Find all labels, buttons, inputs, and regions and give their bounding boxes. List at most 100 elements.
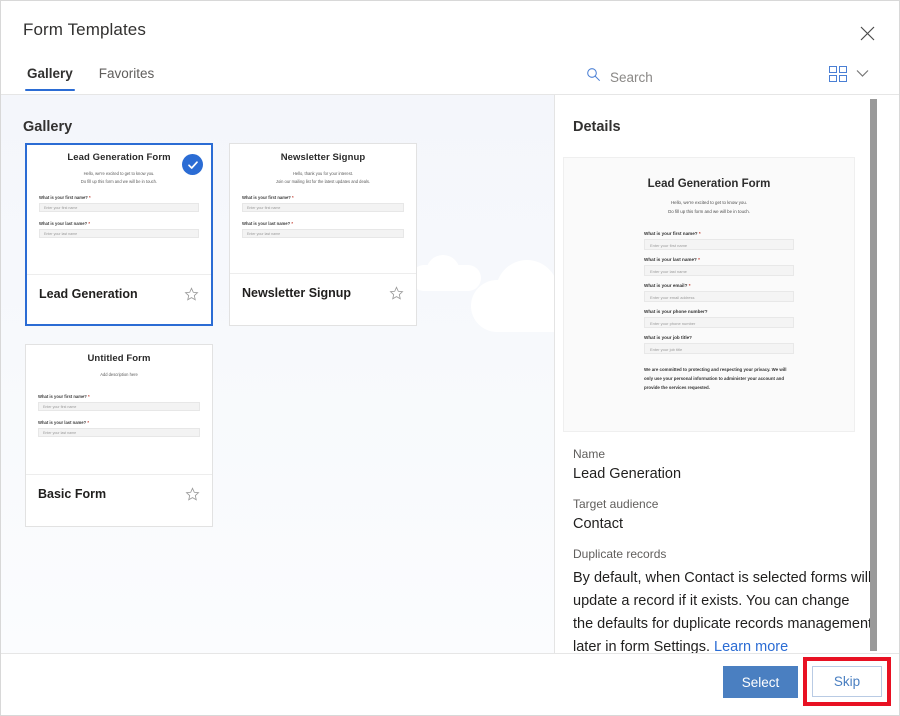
preview-title: Lead Generation Form [564, 178, 854, 190]
template-thumbnail: Untitled Form Add description here What … [26, 345, 212, 475]
thumb-field: What is your last name? * Enter your las… [242, 221, 404, 238]
chevron-down-icon[interactable] [856, 65, 869, 83]
thumb-field-label: What is your last name? [39, 221, 87, 226]
thumb-field-label: What is your first name? [242, 195, 291, 200]
dialog-footer: Select Skip [1, 653, 899, 715]
dialog-body: Gallery Lead Generation Form Hello, we'r… [1, 95, 899, 653]
preview-privacy-note: We are committed to protecting and respe… [644, 365, 796, 393]
thumb-field: What is your last name? * Enter your las… [39, 221, 199, 238]
tab-list: Gallery Favorites [23, 63, 158, 91]
thumb-subtitle: Hello, thank you for your interest. Join… [242, 170, 404, 186]
required-marker: * [699, 231, 701, 236]
preview-subtitle: Hello, we're excited to get to know you.… [564, 199, 854, 217]
thumb-title: Newsletter Signup [242, 152, 404, 163]
name-value: Lead Generation [573, 466, 873, 482]
template-thumbnail: Lead Generation Form Hello, we're excite… [27, 145, 211, 275]
thumb-field-input: Enter your first name [242, 203, 404, 212]
star-outline-icon[interactable] [185, 487, 200, 507]
preview-field-input: Enter your phone number [644, 317, 794, 328]
required-marker: * [88, 221, 90, 226]
template-card-lead-generation[interactable]: Lead Generation Form Hello, we're excite… [25, 143, 213, 326]
gallery-pane: Gallery Lead Generation Form Hello, we'r… [1, 95, 555, 653]
skip-button[interactable]: Skip [812, 666, 882, 697]
thumb-field-input: Enter your last name [38, 428, 200, 437]
cloud-decoration [426, 255, 460, 289]
view-toggle [829, 65, 869, 83]
thumb-field-input: Enter your last name [39, 229, 199, 238]
thumb-subtitle: Add description here [38, 371, 200, 379]
thumb-field-label: What is your last name? [38, 420, 86, 425]
preview-field: What is your email? * Enter your email a… [644, 283, 794, 302]
check-circle-icon [182, 154, 203, 175]
preview-field: What is your phone number? Enter your ph… [644, 309, 794, 328]
tab-favorites[interactable]: Favorites [95, 63, 159, 91]
thumb-title: Untitled Form [38, 353, 200, 364]
preview-field-input: Enter your last name [644, 265, 794, 276]
template-name: Basic Form [38, 487, 106, 501]
thumb-field: What is your first name? * Enter your fi… [38, 394, 200, 411]
required-marker: * [689, 283, 691, 288]
preview-field: What is your job title? Enter your job t… [644, 335, 794, 354]
template-name: Newsletter Signup [242, 286, 351, 300]
preview-field-label: What is your phone number? [644, 309, 708, 314]
form-templates-dialog: Form Templates Gallery Favorites Search [0, 0, 900, 716]
template-preview: Lead Generation Form Hello, we're excite… [563, 157, 855, 432]
duplicate-records-label: Duplicate records [573, 547, 873, 561]
star-outline-icon[interactable] [184, 287, 199, 307]
skip-button-annotation: Skip [803, 657, 891, 706]
target-audience-value: Contact [573, 516, 873, 532]
template-name: Lead Generation [39, 287, 138, 301]
card-footer: Lead Generation [27, 275, 211, 326]
target-audience-label: Target audience [573, 497, 873, 511]
required-marker: * [292, 195, 294, 200]
thumb-field-input: Enter your first name [38, 402, 200, 411]
preview-field-input: Enter your job title [644, 343, 794, 354]
template-card-grid: Lead Generation Form Hello, we're excite… [25, 143, 425, 527]
preview-field-input: Enter your first name [644, 239, 794, 250]
template-thumbnail: Newsletter Signup Hello, thank you for y… [230, 144, 416, 274]
card-footer: Basic Form [26, 475, 212, 526]
thumb-field: What is your first name? * Enter your fi… [39, 195, 199, 212]
preview-field-label: What is your email? [644, 283, 687, 288]
search-box[interactable]: Search [586, 67, 653, 87]
required-marker: * [89, 195, 91, 200]
search-input[interactable]: Search [610, 70, 653, 85]
star-outline-icon[interactable] [389, 286, 404, 306]
search-icon [586, 67, 601, 87]
gallery-heading: Gallery [23, 119, 72, 135]
close-icon[interactable] [851, 17, 883, 49]
required-marker: * [88, 394, 90, 399]
preview-field-label: What is your job title? [644, 335, 692, 340]
template-card-basic-form[interactable]: Untitled Form Add description here What … [25, 344, 213, 527]
grid-view-icon[interactable] [829, 66, 847, 82]
thumb-title: Lead Generation Form [39, 152, 199, 163]
required-marker: * [87, 420, 89, 425]
details-pane: Details Lead Generation Form Hello, we'r… [555, 95, 899, 653]
details-scrollbar[interactable] [870, 99, 877, 651]
preview-field-label: What is your last name? [644, 257, 697, 262]
preview-field-list: What is your first name? * Enter your fi… [644, 231, 794, 354]
thumb-field-input: Enter your first name [39, 203, 199, 212]
preview-field: What is your last name? * Enter your las… [644, 257, 794, 276]
thumb-field: What is your first name? * Enter your fi… [242, 195, 404, 212]
thumb-field-label: What is your first name? [39, 195, 88, 200]
cloud-decoration [496, 260, 555, 322]
required-marker: * [698, 257, 700, 262]
thumb-field-label: What is your first name? [38, 394, 87, 399]
details-heading: Details [573, 119, 621, 135]
template-card-newsletter-signup[interactable]: Newsletter Signup Hello, thank you for y… [229, 143, 417, 326]
select-button[interactable]: Select [723, 666, 798, 698]
preview-field: What is your first name? * Enter your fi… [644, 231, 794, 250]
card-footer: Newsletter Signup [230, 274, 416, 325]
thumb-field-input: Enter your last name [242, 229, 404, 238]
learn-more-link[interactable]: Learn more [714, 639, 788, 653]
duplicate-records-text: By default, when Contact is selected for… [573, 567, 873, 653]
thumb-field-label: What is your last name? [242, 221, 290, 226]
preview-field-input: Enter your email address [644, 291, 794, 302]
tab-gallery[interactable]: Gallery [23, 63, 77, 91]
details-metadata: Name Lead Generation Target audience Con… [573, 447, 873, 653]
page-title: Form Templates [23, 20, 146, 40]
required-marker: * [291, 221, 293, 226]
preview-field-label: What is your first name? [644, 231, 698, 236]
thumb-field: What is your last name? * Enter your las… [38, 420, 200, 437]
